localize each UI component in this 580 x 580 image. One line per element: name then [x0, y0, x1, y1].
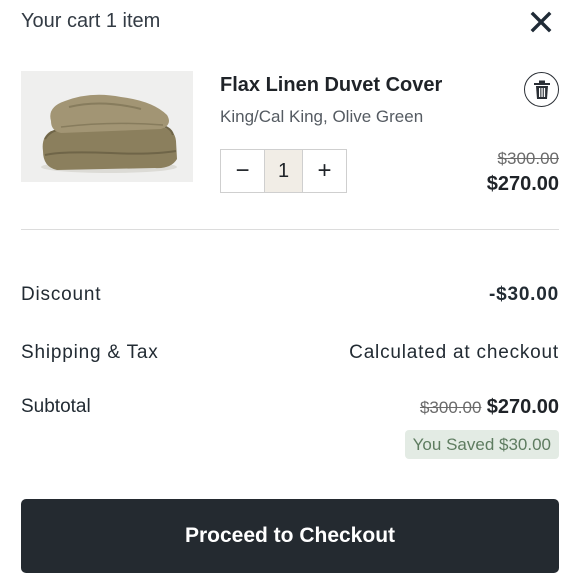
- subtotal-original-price: $300.00: [419, 398, 482, 417]
- shipping-label: Shipping & Tax: [21, 342, 159, 363]
- product-name[interactable]: Flax Linen Duvet Cover: [220, 74, 442, 97]
- increment-button[interactable]: +: [303, 150, 346, 192]
- quantity-value[interactable]: 1: [264, 150, 303, 192]
- discount-label: Discount: [21, 284, 102, 305]
- subtotal-sale-price: $270.00: [486, 396, 559, 418]
- item-original-price: $300.00: [497, 149, 559, 168]
- remove-item-button[interactable]: [524, 72, 559, 107]
- item-sale-price: $270.00: [486, 173, 559, 195]
- close-icon: [530, 11, 552, 33]
- checkout-button[interactable]: Proceed to Checkout: [21, 499, 559, 573]
- close-button[interactable]: [527, 8, 555, 36]
- quantity-stepper: − 1 +: [220, 149, 347, 193]
- subtotal-prices: $300.00 $270.00: [420, 396, 559, 419]
- decrement-button[interactable]: −: [221, 150, 264, 192]
- saved-badge: You Saved $30.00: [404, 430, 559, 459]
- product-image: [21, 71, 193, 182]
- discount-value: -$30.00: [488, 284, 559, 305]
- subtotal-label: Subtotal: [21, 396, 91, 417]
- trash-icon: [533, 80, 550, 99]
- product-variant: King/Cal King, Olive Green: [220, 107, 424, 126]
- shipping-value: Calculated at checkout: [349, 342, 559, 363]
- divider: [21, 229, 559, 230]
- cart-title: Your cart 1 item: [21, 10, 161, 32]
- cart-header: Your cart 1 item: [21, 8, 561, 36]
